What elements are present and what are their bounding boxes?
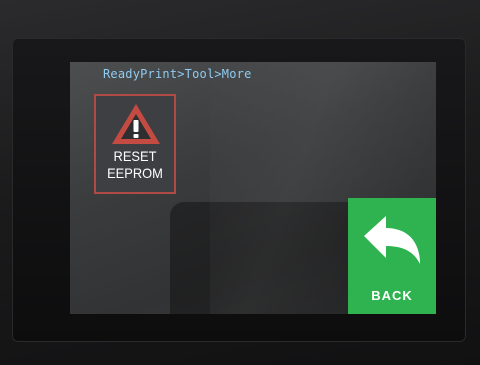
back-arrow-icon: [364, 216, 420, 264]
reset-eeprom-label: RESET EEPROM: [107, 148, 163, 181]
screen-reflection: [170, 202, 370, 314]
back-button[interactable]: BACK: [348, 198, 436, 314]
reset-eeprom-button[interactable]: RESET EEPROM: [94, 94, 176, 194]
touch-screen: ReadyPrint>Tool>More RESET EEPROM BACK: [70, 62, 436, 314]
breadcrumb: ReadyPrint>Tool>More: [103, 67, 252, 81]
warning-icon: [112, 104, 160, 144]
back-label: BACK: [371, 288, 413, 303]
